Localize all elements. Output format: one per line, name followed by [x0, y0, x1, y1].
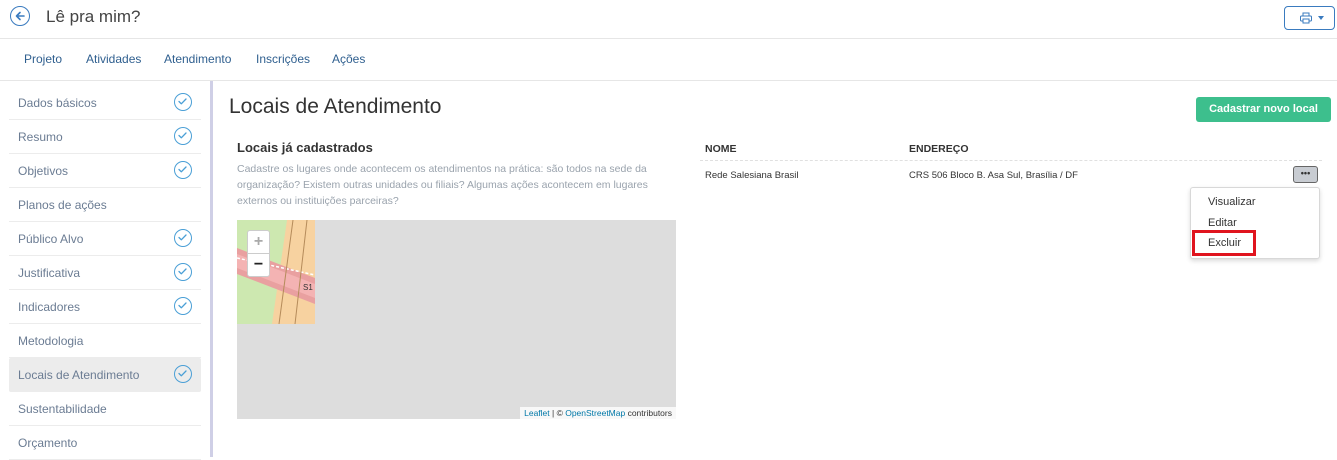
- menu-item-visualizar[interactable]: Visualizar: [1208, 196, 1256, 208]
- row-address: CRS 506 Bloco B. Asa Sul, Brasília / DF: [909, 170, 1078, 181]
- main-tabs: Projeto Atividades Atendimento Inscriçõe…: [0, 39, 1337, 81]
- menu-item-editar[interactable]: Editar: [1208, 217, 1237, 229]
- osm-link[interactable]: OpenStreetMap: [565, 408, 625, 418]
- sidebar-item-label: Indicadores: [18, 300, 81, 314]
- row-actions-button[interactable]: •••: [1293, 166, 1318, 183]
- leaflet-link[interactable]: Leaflet: [524, 408, 550, 418]
- sidebar-scrollbar[interactable]: [210, 81, 213, 457]
- sidebar-item-label: Sustentabilidade: [18, 402, 107, 416]
- sidebar-item[interactable]: Sustentabilidade: [9, 392, 201, 426]
- row-name: Rede Salesiana Brasil: [705, 170, 799, 181]
- sidebar-item-label: Justificativa: [18, 266, 81, 280]
- tab-atividades[interactable]: Atividades: [86, 52, 141, 66]
- section-title: Locais já cadastrados: [237, 140, 373, 155]
- column-header-name: NOME: [705, 143, 737, 155]
- table-header: NOME ENDEREÇO: [700, 140, 1322, 161]
- map[interactable]: S1 + − Leaflet | © OpenStreetMap contrib…: [237, 220, 676, 419]
- sidebar-item-label: Público Alvo: [18, 232, 84, 246]
- sidebar-item[interactable]: Resumo: [9, 120, 201, 154]
- tab-projeto[interactable]: Projeto: [24, 52, 62, 66]
- check-circle-icon: [174, 297, 192, 315]
- sidebar-item[interactable]: Orçamento: [9, 426, 201, 460]
- zoom-out-button[interactable]: −: [248, 254, 269, 276]
- page-title: Locais de Atendimento: [229, 95, 442, 118]
- map-attribution: Leaflet | © OpenStreetMap contributors: [520, 407, 676, 419]
- sidebar-item[interactable]: Indicadores: [9, 290, 201, 324]
- sidebar-item-label: Locais de Atendimento: [18, 368, 140, 382]
- section-description: Cadastre os lugares onde acontecem os at…: [237, 163, 648, 207]
- sidebar-item-label: Dados básicos: [18, 96, 97, 110]
- check-circle-icon: [174, 127, 192, 145]
- check-circle-icon: [174, 161, 192, 179]
- printer-icon: [1300, 12, 1312, 24]
- sidebar-item[interactable]: Locais de Atendimento: [9, 358, 201, 392]
- map-road-label: S1: [303, 283, 313, 292]
- check-circle-icon: [174, 263, 192, 281]
- tab-acoes[interactable]: Ações: [332, 52, 365, 66]
- highlight-box: [1192, 230, 1256, 256]
- sidebar-item[interactable]: Justificativa: [9, 256, 201, 290]
- sidebar-item-label: Objetivos: [18, 164, 69, 178]
- sidebar-item-label: Metodologia: [18, 334, 84, 348]
- sidebar-item-label: Planos de ações: [18, 198, 107, 212]
- map-zoom-control: + −: [247, 230, 270, 277]
- check-circle-icon: [174, 93, 192, 111]
- back-icon[interactable]: [10, 6, 30, 26]
- tab-atendimento[interactable]: Atendimento: [164, 52, 231, 66]
- tab-inscricoes[interactable]: Inscrições: [256, 52, 310, 66]
- sidebar: Dados básicos Resumo Objetivos Planos de aç…: [0, 81, 214, 460]
- print-button[interactable]: [1284, 6, 1335, 30]
- chevron-down-icon: [1318, 16, 1324, 20]
- column-header-address: ENDEREÇO: [909, 143, 969, 155]
- attribution-contributors: contributors: [625, 408, 672, 418]
- top-bar: Lê pra mim?: [0, 0, 1337, 39]
- add-location-button[interactable]: Cadastrar novo local: [1196, 97, 1331, 122]
- attribution-separator: | ©: [549, 408, 566, 418]
- sidebar-item-label: Resumo: [18, 130, 63, 144]
- sidebar-item-label: Orçamento: [18, 436, 78, 450]
- sidebar-item[interactable]: Dados básicos: [9, 86, 201, 120]
- sidebar-item[interactable]: Objetivos: [9, 154, 201, 188]
- page-header-title: Lê pra mim?: [46, 7, 141, 26]
- sidebar-item[interactable]: Metodologia: [9, 324, 201, 358]
- sidebar-item[interactable]: Planos de ações: [9, 188, 201, 222]
- check-circle-icon: [174, 365, 192, 383]
- zoom-in-button[interactable]: +: [248, 231, 269, 254]
- check-circle-icon: [174, 229, 192, 247]
- sidebar-item[interactable]: Público Alvo: [9, 222, 201, 256]
